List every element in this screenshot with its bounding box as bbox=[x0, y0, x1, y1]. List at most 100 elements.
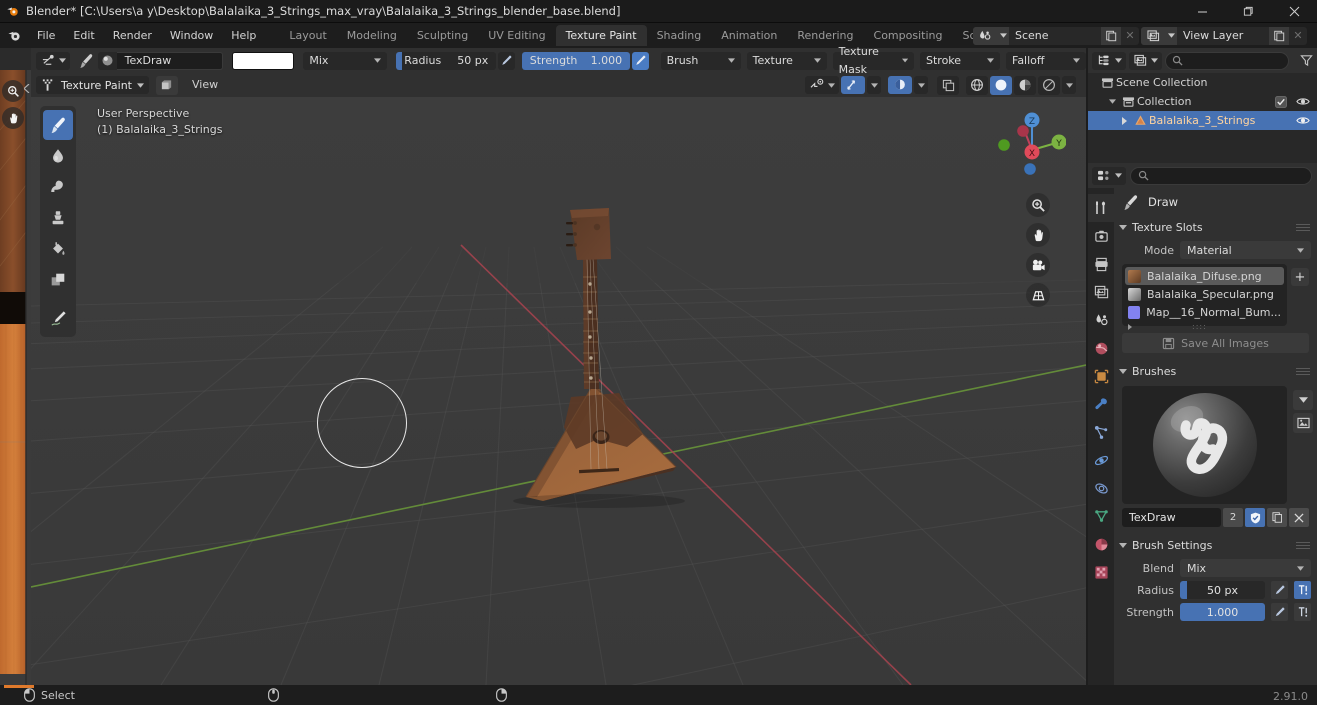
pan-icon[interactable] bbox=[1026, 223, 1050, 247]
tool-smear[interactable] bbox=[43, 172, 73, 202]
properties-tab-object[interactable] bbox=[1088, 362, 1114, 390]
workspace-tab-shading[interactable]: Shading bbox=[647, 25, 712, 46]
scene-name[interactable]: Scene bbox=[1009, 26, 1101, 45]
chevron-right-icon[interactable] bbox=[1118, 116, 1131, 125]
gizmo-toggle[interactable] bbox=[805, 76, 839, 94]
workspace-tab-layout[interactable]: Layout bbox=[279, 25, 336, 46]
collection-visibility-eye-icon[interactable] bbox=[1296, 96, 1310, 107]
brush-color-swatch[interactable] bbox=[231, 51, 295, 70]
chevron-down-icon[interactable] bbox=[1106, 99, 1119, 104]
properties-editor-type-button[interactable] bbox=[1092, 166, 1126, 185]
slot-list-resize-grip[interactable]: :::: bbox=[1125, 321, 1284, 332]
camera-icon[interactable] bbox=[1026, 253, 1050, 277]
viewlayer-chevron-down-icon[interactable] bbox=[1165, 26, 1177, 45]
blend-dropdown[interactable]: Mix bbox=[1180, 559, 1311, 577]
collection-checkbox[interactable] bbox=[1275, 95, 1287, 108]
properties-tab-material[interactable] bbox=[1088, 530, 1114, 558]
brush-settings-panel-header[interactable]: Brush Settings bbox=[1114, 534, 1317, 556]
tool-draw[interactable] bbox=[43, 110, 73, 140]
workspace-tab-texture-paint[interactable]: Texture Paint bbox=[555, 25, 647, 46]
properties-tab-data[interactable] bbox=[1088, 502, 1114, 530]
brush-preview[interactable] bbox=[1122, 386, 1287, 504]
navigation-gizmo[interactable]: Z Y X bbox=[992, 107, 1066, 181]
tool-annotate[interactable] bbox=[43, 303, 73, 333]
properties-tab-physics[interactable] bbox=[1088, 446, 1114, 474]
texture-slots-panel-header[interactable]: Texture Slots bbox=[1114, 216, 1317, 238]
texture-slot-diffuse[interactable]: Balalaika_Difuse.png bbox=[1125, 267, 1284, 285]
properties-tab-output[interactable] bbox=[1088, 250, 1114, 278]
shading-chevron-down-icon[interactable] bbox=[1062, 76, 1076, 94]
workspace-tab-sculpting[interactable]: Sculpting bbox=[407, 25, 478, 46]
properties-tab-constraints[interactable] bbox=[1088, 474, 1114, 502]
brush-datablock-name[interactable]: TexDraw bbox=[1122, 508, 1221, 527]
view-layer-name[interactable]: View Layer bbox=[1177, 26, 1269, 45]
properties-tab-particles[interactable] bbox=[1088, 418, 1114, 446]
workspace-tab-modeling[interactable]: Modeling bbox=[337, 25, 407, 46]
menu-help[interactable]: Help bbox=[222, 26, 265, 45]
radius-unit-toggle-icon[interactable] bbox=[1294, 581, 1311, 599]
properties-tab-modifiers[interactable] bbox=[1088, 390, 1114, 418]
texture-slots-mode-dropdown[interactable]: Material bbox=[1180, 241, 1311, 259]
texture-slot-list[interactable]: Balalaika_Difuse.png Balalaika_Specular.… bbox=[1122, 264, 1287, 331]
shading-rendered-button[interactable] bbox=[1038, 75, 1060, 95]
outliner-editor[interactable]: Scene Collection Collection Balalaika_3_… bbox=[1088, 48, 1317, 163]
xray-toggle[interactable] bbox=[888, 76, 912, 94]
outliner-filter-type-button[interactable] bbox=[1129, 51, 1162, 70]
minimize-button[interactable] bbox=[1179, 0, 1225, 23]
menu-window[interactable]: Window bbox=[161, 26, 222, 45]
menu-edit[interactable]: Edit bbox=[64, 26, 103, 45]
image-zoom-icon[interactable] bbox=[2, 80, 24, 102]
properties-tab-scene[interactable] bbox=[1088, 306, 1114, 334]
outliner-row-scene-collection[interactable]: Scene Collection bbox=[1088, 73, 1317, 92]
workspace-tab-uv-editing[interactable]: UV Editing bbox=[478, 25, 555, 46]
properties-search-input[interactable] bbox=[1130, 166, 1312, 185]
shading-options-icon[interactable] bbox=[937, 75, 959, 95]
tool-fill[interactable] bbox=[43, 234, 73, 264]
brush-name-field[interactable]: TexDraw bbox=[116, 51, 223, 70]
shading-material-preview-button[interactable] bbox=[1014, 75, 1036, 95]
brush-unlink-x-icon[interactable] bbox=[1289, 508, 1309, 527]
brush-image-preview-icon[interactable] bbox=[1293, 413, 1313, 433]
sidebar-collapse-icon[interactable] bbox=[24, 84, 30, 93]
properties-editor[interactable]: Draw Texture Slots Mode Material Balalai… bbox=[1088, 163, 1317, 685]
interaction-mode-dropdown[interactable]: Texture Paint bbox=[36, 76, 149, 94]
strength-pressure-icon[interactable] bbox=[632, 51, 649, 70]
tool-mask[interactable] bbox=[43, 265, 73, 295]
object-visibility-eye-icon[interactable] bbox=[1296, 115, 1310, 126]
filter-icon[interactable] bbox=[1295, 54, 1317, 67]
tool-clone[interactable] bbox=[43, 203, 73, 233]
view-menu[interactable]: View bbox=[185, 76, 225, 94]
brush-settings-collapse-triangle-icon[interactable] bbox=[1119, 542, 1127, 548]
save-all-images-button[interactable]: Save All Images bbox=[1122, 333, 1309, 353]
brush-menu[interactable]: Brush bbox=[660, 51, 741, 70]
add-texture-slot-button[interactable]: + bbox=[1291, 268, 1309, 286]
outliner-display-mode-button[interactable] bbox=[1092, 51, 1126, 70]
properties-tab-tool[interactable] bbox=[1088, 194, 1114, 222]
outliner-search-input[interactable] bbox=[1165, 51, 1289, 70]
remove-scene-icon[interactable]: ✕ bbox=[1121, 27, 1139, 45]
scene-chevron-down-icon[interactable] bbox=[997, 26, 1009, 45]
brush-duplicate-icon[interactable] bbox=[1267, 508, 1287, 527]
radius-slider[interactable]: Radius 50 px bbox=[396, 51, 497, 70]
object-mode-icon[interactable] bbox=[155, 75, 178, 95]
remove-view-layer-icon[interactable]: ✕ bbox=[1289, 27, 1307, 45]
menu-render[interactable]: Render bbox=[104, 26, 161, 45]
outliner-row-balalaika[interactable]: Balalaika_3_Strings bbox=[1088, 111, 1317, 130]
shading-wireframe-button[interactable] bbox=[966, 75, 988, 95]
radius-pressure-toggle-icon[interactable] bbox=[1271, 581, 1288, 599]
radius-prop-slider[interactable]: 50 px bbox=[1180, 581, 1265, 599]
viewlayer-datablock[interactable]: View Layer ✕ bbox=[1141, 26, 1307, 45]
maximize-button[interactable] bbox=[1225, 0, 1271, 23]
tool-settings-button[interactable] bbox=[36, 51, 70, 70]
menu-file[interactable]: File bbox=[28, 26, 64, 45]
image-pan-icon[interactable] bbox=[2, 107, 24, 129]
strength-unit-toggle-icon[interactable] bbox=[1294, 603, 1311, 621]
brush-fake-user-shield-icon[interactable] bbox=[1245, 508, 1265, 527]
xray-chevron-down-icon[interactable] bbox=[914, 76, 928, 94]
shading-solid-button[interactable] bbox=[990, 75, 1012, 95]
brush-browse-chevron-down-icon[interactable] bbox=[1293, 390, 1313, 410]
tool-soften[interactable] bbox=[43, 141, 73, 171]
brush-browse-icon[interactable] bbox=[97, 51, 117, 70]
close-button[interactable] bbox=[1271, 0, 1317, 23]
blend-mode-dropdown[interactable]: Mix bbox=[303, 51, 388, 70]
